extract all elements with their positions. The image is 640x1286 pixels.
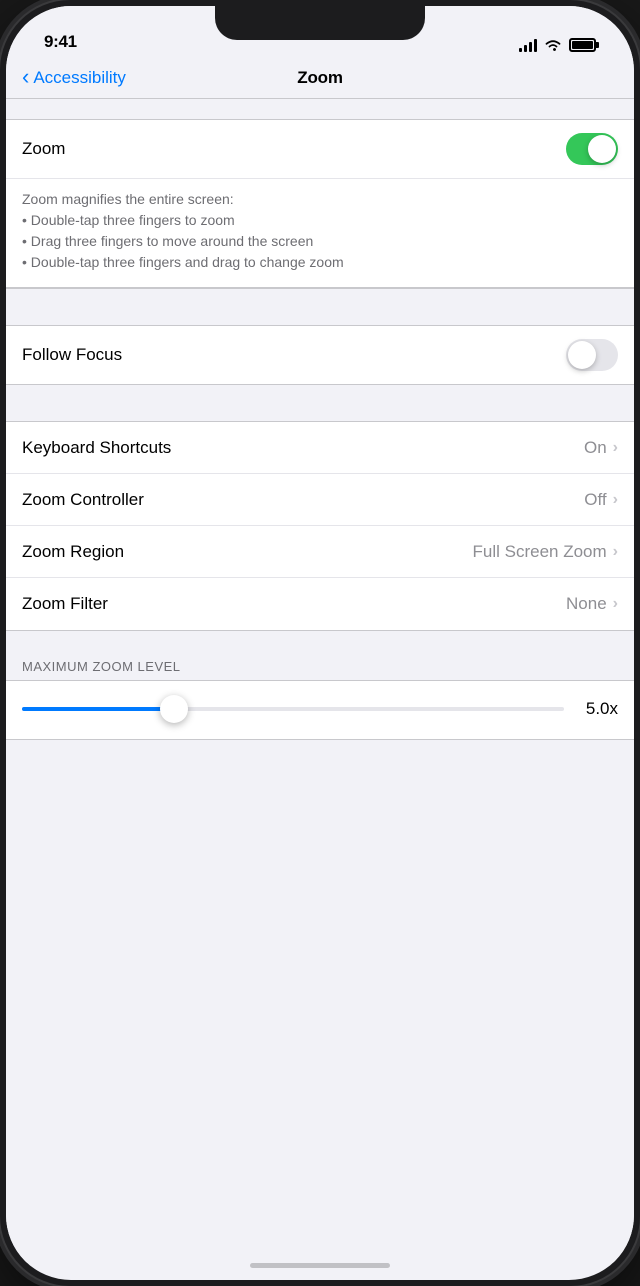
gap3 [6, 631, 634, 651]
follow-focus-toggle-thumb [568, 341, 596, 369]
back-button[interactable]: ‹ Accessibility [22, 66, 126, 90]
zoom-controller-row[interactable]: Zoom Controller Off › [6, 474, 634, 526]
notch [215, 6, 425, 40]
zoom-filter-label: Zoom Filter [22, 594, 108, 614]
follow-focus-group: Follow Focus [6, 325, 634, 385]
page-title: Zoom [297, 68, 342, 88]
wifi-icon [544, 38, 562, 52]
follow-focus-label: Follow Focus [22, 345, 122, 365]
zoom-row: Zoom [6, 120, 634, 179]
phone-inner: 9:41 [6, 6, 634, 1280]
battery-icon [569, 38, 596, 52]
zoom-controller-chevron-icon: › [613, 491, 618, 509]
bottom-area [6, 740, 634, 840]
zoom-desc-line2: • Double-tap three fingers to zoom [22, 212, 235, 228]
settings-content: Zoom Zoom magnifies the entire screen: •… [6, 99, 634, 1263]
zoom-region-chevron-icon: › [613, 543, 618, 561]
max-zoom-section-label: MAXIMUM ZOOM LEVEL [6, 651, 634, 680]
zoom-region-value: Full Screen Zoom [473, 542, 607, 562]
zoom-toggle-thumb [588, 135, 616, 163]
slider-thumb[interactable] [160, 695, 188, 723]
zoom-toggle[interactable] [566, 133, 618, 165]
zoom-filter-value: None [566, 594, 607, 614]
top-gap [6, 99, 634, 119]
home-indicator [250, 1263, 390, 1268]
zoom-level-slider-section: 5.0x [6, 680, 634, 740]
keyboard-shortcuts-label: Keyboard Shortcuts [22, 438, 171, 458]
status-icons [519, 38, 596, 52]
keyboard-shortcuts-chevron-icon: › [613, 439, 618, 457]
back-label: Accessibility [33, 68, 126, 88]
zoom-description: Zoom magnifies the entire screen: • Doub… [6, 179, 634, 288]
gap2 [6, 385, 634, 421]
zoom-region-row[interactable]: Zoom Region Full Screen Zoom › [6, 526, 634, 578]
zoom-filter-chevron-icon: › [613, 595, 618, 613]
keyboard-shortcuts-row[interactable]: Keyboard Shortcuts On › [6, 422, 634, 474]
zoom-region-label: Zoom Region [22, 542, 124, 562]
keyboard-shortcuts-value: On [584, 438, 607, 458]
phone-frame: 9:41 [0, 0, 640, 1286]
zoom-label: Zoom [22, 139, 65, 159]
follow-focus-toggle[interactable] [566, 339, 618, 371]
zoom-filter-row[interactable]: Zoom Filter None › [6, 578, 634, 630]
follow-focus-row: Follow Focus [6, 326, 634, 384]
back-arrow-icon: ‹ [22, 64, 29, 90]
slider-value: 5.0x [576, 699, 618, 719]
zoom-controller-right: Off › [584, 490, 618, 510]
gap1 [6, 289, 634, 325]
zoom-controller-value: Off [584, 490, 606, 510]
keyboard-shortcuts-right: On › [584, 438, 618, 458]
battery-fill [572, 41, 593, 49]
zoom-description-text: Zoom magnifies the entire screen: • Doub… [22, 189, 618, 273]
slider-track[interactable] [22, 707, 564, 711]
zoom-desc-line1: Zoom magnifies the entire screen: [22, 191, 234, 207]
zoom-region-right: Full Screen Zoom › [473, 542, 619, 562]
zoom-filter-right: None › [566, 594, 618, 614]
options-group: Keyboard Shortcuts On › Zoom Controller … [6, 421, 634, 631]
zoom-desc-line3: • Drag three fingers to move around the … [22, 233, 313, 249]
status-time: 9:41 [44, 32, 77, 52]
slider-fill [22, 707, 174, 711]
nav-bar: ‹ Accessibility Zoom [6, 60, 634, 99]
zoom-desc-line4: • Double-tap three fingers and drag to c… [22, 254, 344, 270]
zoom-controller-label: Zoom Controller [22, 490, 144, 510]
slider-container: 5.0x [22, 699, 618, 719]
zoom-section-group: Zoom Zoom magnifies the entire screen: •… [6, 119, 634, 289]
signal-bars-icon [519, 38, 537, 52]
